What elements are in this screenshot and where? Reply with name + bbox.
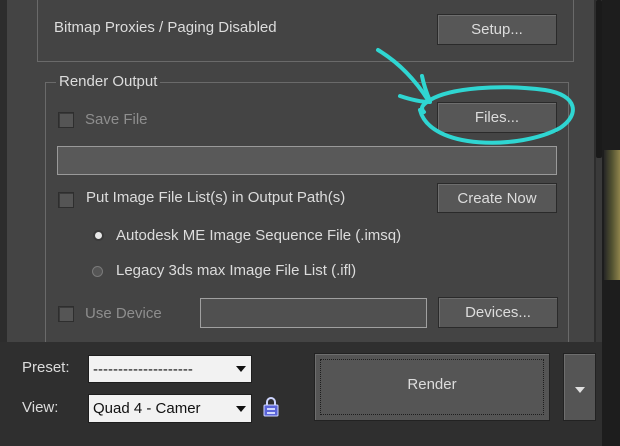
chevron-down-icon bbox=[236, 405, 246, 412]
imsq-radio[interactable] bbox=[93, 230, 104, 241]
background-glow bbox=[604, 150, 620, 280]
files-button[interactable]: Files... bbox=[437, 102, 557, 133]
bitmap-proxies-status: Bitmap Proxies / Paging Disabled bbox=[54, 19, 277, 36]
view-label: View: bbox=[22, 399, 59, 416]
preset-dropdown[interactable]: -------------------- bbox=[88, 355, 252, 383]
ifl-radio-label: Legacy 3ds max Image File List (.ifl) bbox=[116, 262, 357, 279]
save-file-checkbox[interactable] bbox=[58, 112, 74, 128]
create-now-button[interactable]: Create Now bbox=[437, 183, 557, 213]
lock-icon bbox=[263, 397, 279, 417]
device-name-field[interactable] bbox=[200, 298, 427, 328]
view-dropdown[interactable]: Quad 4 - Camer bbox=[88, 394, 252, 423]
output-path-field[interactable] bbox=[57, 146, 557, 175]
imsq-radio-label: Autodesk ME Image Sequence File (.imsq) bbox=[116, 227, 402, 244]
use-device-label: Use Device bbox=[85, 305, 162, 322]
setup-button[interactable]: Setup... bbox=[437, 14, 557, 45]
render-options-button[interactable] bbox=[563, 353, 596, 421]
put-image-list-label: Put Image File List(s) in Output Path(s) bbox=[86, 189, 346, 206]
view-value: Quad 4 - Camer bbox=[93, 400, 201, 417]
chevron-down-icon bbox=[575, 387, 585, 393]
render-button-label: Render bbox=[407, 376, 457, 393]
lock-view-button[interactable] bbox=[262, 396, 280, 418]
chevron-down-icon bbox=[236, 366, 246, 372]
use-device-checkbox[interactable] bbox=[58, 306, 74, 322]
put-image-list-checkbox[interactable] bbox=[58, 192, 74, 208]
render-output-title: Render Output bbox=[56, 73, 161, 90]
save-file-label: Save File bbox=[85, 111, 148, 128]
preset-value: -------------------- bbox=[93, 360, 193, 378]
ifl-radio[interactable] bbox=[92, 266, 103, 277]
render-button[interactable]: Render bbox=[314, 353, 550, 421]
preset-label: Preset: bbox=[22, 359, 70, 376]
devices-button[interactable]: Devices... bbox=[438, 297, 558, 328]
scrollbar-thumb[interactable] bbox=[596, 0, 602, 158]
